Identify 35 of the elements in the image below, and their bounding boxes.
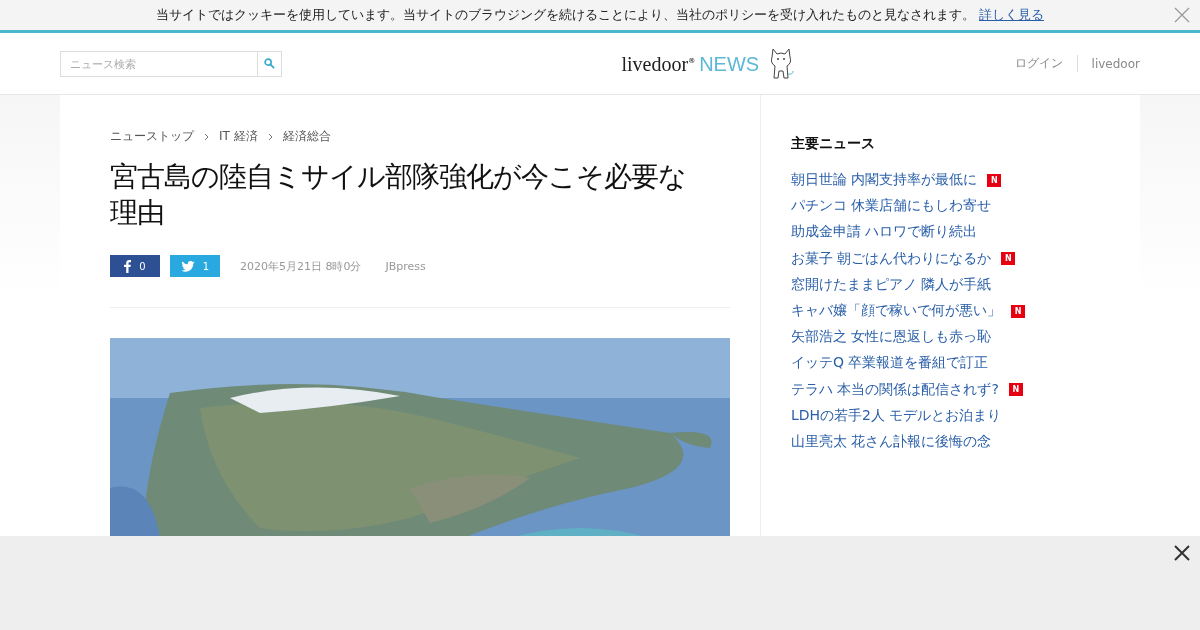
close-icon[interactable] [1174,545,1190,561]
article-title: 宮古島の陸自ミサイル部隊強化が今こそ必要な理由 [110,159,687,231]
section-title: 主要ニュース [791,135,876,153]
news-link[interactable]: LDHの若手2人 モデルとお泊まり [791,406,1002,425]
source-name: JBpress [385,259,426,273]
details-link[interactable]: 詳しく見る [979,6,1044,24]
cookie-message: 当サイトではクッキーを使用しています。当サイトのブラウジングを続けることにより、当社のポリシーを受け入れたものと見なされます。 [156,6,975,24]
site-logo[interactable]: livedoor$^{®}$ NEWS [621,51,760,76]
breadcrumb-link[interactable]: 経済総合 [282,128,331,145]
news-link[interactable]: 窓開けたままピアノ 隣人が手紙 [791,275,992,294]
news-link[interactable]: 助成金申請 ハロワで断り続出 [791,223,978,242]
new-badge: N [1008,383,1023,397]
facebook-icon [124,259,132,273]
header-link[interactable]: ログイン [1014,55,1078,72]
news-link[interactable]: お菓子 朝ごはん代わりになるか [791,249,992,268]
new-badge: N [1011,304,1025,318]
share-button[interactable]: 0 [110,255,160,277]
news-link[interactable]: パチンコ 休業店舗にもしわ寄せ [791,197,992,216]
breadcrumb-link[interactable]: ニューストップ [110,128,194,145]
chevron-icon [204,132,209,141]
new-badge: N [987,173,1002,187]
header-link[interactable]: livedoor [1077,56,1140,71]
publish-date: 2020年5月21日 8時0分 [240,258,362,274]
news-link[interactable]: 矢部浩之 女性に恩返しも赤っ恥 [791,328,992,347]
news-link[interactable]: キャバ嬢「顔で稼いで何が悪い」 [791,302,1001,321]
search-field[interactable]: ニュース検索 [60,50,282,77]
bird-icon [180,260,195,272]
news-link[interactable]: 朝日世論 内閣支持率が最低に [791,171,978,190]
news-link[interactable]: イッテQ 卒業報道を番組で訂正 [791,354,989,373]
news-link[interactable]: テラハ 本当の関係は配信されず? [791,380,999,399]
breadcrumb-link[interactable]: IT 経済 [219,128,258,145]
chevron-icon [267,132,273,141]
search-icon [264,58,275,69]
new-badge: N [1001,252,1016,266]
news-link[interactable]: 山里亮太 花さん訃報に後悔の念 [791,432,992,451]
